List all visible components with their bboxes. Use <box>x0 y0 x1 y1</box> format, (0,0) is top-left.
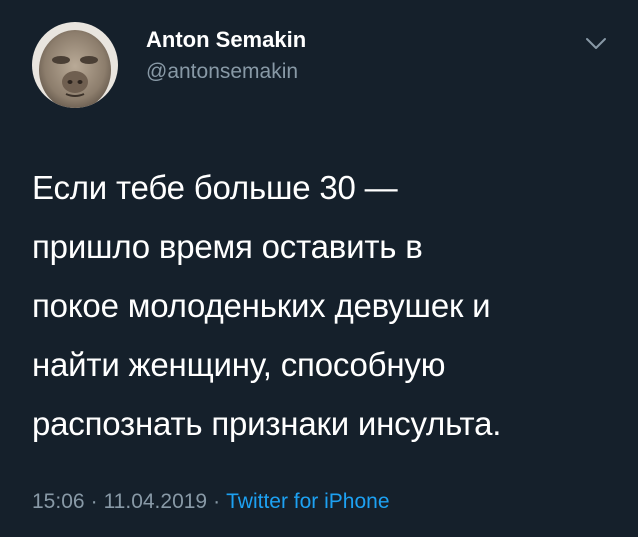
tweet-meta: 15:06 · 11.04.2019 · Twitter for iPhone <box>32 490 390 514</box>
author-handle[interactable]: @antonsemakin <box>146 60 298 84</box>
tweet-text: Если тебе больше 30 — пришло время остав… <box>32 169 502 442</box>
author-name[interactable]: Anton Semakin <box>146 27 306 53</box>
tweet-date[interactable]: 11.04.2019 <box>104 490 208 513</box>
meta-separator: · <box>213 490 221 513</box>
tweet-card: Anton Semakin @antonsemakin Если тебе бо… <box>0 0 638 537</box>
avatar-image <box>32 22 118 108</box>
chevron-down-icon[interactable] <box>584 36 608 52</box>
avatar[interactable] <box>32 22 118 108</box>
tweet-source-link[interactable]: Twitter for iPhone <box>226 490 389 513</box>
meta-separator: · <box>90 490 98 513</box>
tweet-time[interactable]: 15:06 <box>32 490 85 513</box>
